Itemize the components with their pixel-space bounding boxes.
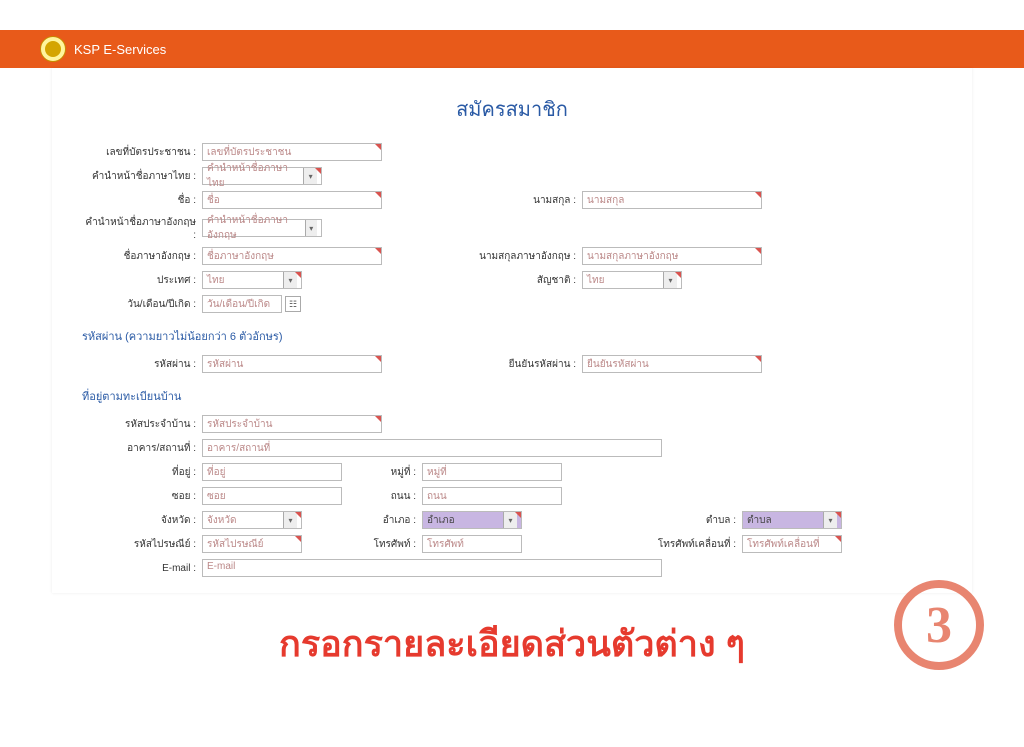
nationality-label: สัญชาติ : <box>302 273 582 288</box>
password-input[interactable]: รหัสผ่าน <box>202 355 382 373</box>
chevron-down-icon: ▾ <box>283 512 297 528</box>
country-label: ประเทศ : <box>82 273 202 288</box>
chevron-down-icon: ▾ <box>305 220 317 236</box>
surname-th-input[interactable]: นามสกุล <box>582 191 762 209</box>
road-input[interactable]: ถนน <box>422 487 562 505</box>
phone-input[interactable]: โทรศัพท์ <box>422 535 522 553</box>
password-section-title: รหัสผ่าน (ความยาวไม่น้อยกว่า 6 ตัวอักษร) <box>82 327 942 345</box>
id-card-label: เลขที่บัตรประชาชน : <box>82 145 202 160</box>
chevron-down-icon: ▾ <box>503 512 517 528</box>
password-label: รหัสผ่าน : <box>82 357 202 372</box>
country-select[interactable]: ไทย▾ <box>202 271 302 289</box>
step-number: 3 <box>926 596 952 655</box>
house-code-label: รหัสประจำบ้าน : <box>82 417 202 432</box>
confirm-password-input[interactable]: ยืนยันรหัสผ่าน <box>582 355 762 373</box>
name-th-input[interactable]: ชื่อ <box>202 191 382 209</box>
title-th-select[interactable]: คำนำหน้าชื่อภาษาไทย▾ <box>202 167 322 185</box>
address-section-title: ที่อยู่ตามทะเบียนบ้าน <box>82 387 942 405</box>
surname-en-label: นามสกุลภาษาอังกฤษ : <box>382 249 582 264</box>
nationality-select[interactable]: ไทย▾ <box>582 271 682 289</box>
province-label: จังหวัด : <box>82 513 202 528</box>
instruction-text: กรอกรายละเอียดส่วนตัวต่าง ๆ <box>0 615 1024 672</box>
id-card-input[interactable]: เลขที่บัตรประชาชน <box>202 143 382 161</box>
personal-section: เลขที่บัตรประชาชน : เลขที่บัตรประชาชน คำ… <box>82 143 942 313</box>
soi-label: ซอย : <box>82 489 202 504</box>
brand-name: KSP E-Services <box>74 42 166 57</box>
birthdate-label: วัน/เดือน/ปีเกิด : <box>82 297 202 312</box>
name-en-input[interactable]: ชื่อภาษาอังกฤษ <box>202 247 382 265</box>
mobile-label: โทรศัพท์เคลื่อนที่ : <box>522 537 742 552</box>
postcode-label: รหัสไปรษณีย์ : <box>82 537 202 552</box>
address-label: อาคาร/สถานที่ : <box>82 441 202 456</box>
app-header: KSP E-Services <box>0 30 1024 68</box>
title-en-label: คำนำหน้าชื่อภาษาอังกฤษ : <box>82 215 202 241</box>
surname-en-input[interactable]: นามสกุลภาษาอังกฤษ <box>582 247 762 265</box>
district-label: อำเภอ : <box>302 513 422 528</box>
mobile-input[interactable]: โทรศัพท์เคลื่อนที่ <box>742 535 842 553</box>
chevron-down-icon: ▾ <box>303 168 317 184</box>
subdistrict-label: ตำบล : <box>522 513 742 528</box>
district-select[interactable]: อำเภอ▾ <box>422 511 522 529</box>
subdistrict-select[interactable]: ตำบล▾ <box>742 511 842 529</box>
province-select[interactable]: จังหวัด▾ <box>202 511 302 529</box>
chevron-down-icon: ▾ <box>283 272 297 288</box>
road-label: ถนน : <box>342 489 422 504</box>
email-label: E-mail : <box>82 563 202 574</box>
title-en-select[interactable]: คำนำหน้าชื่อภาษาอังกฤษ▾ <box>202 219 322 237</box>
logo-icon <box>40 36 66 62</box>
email-input[interactable]: E-mail <box>202 559 662 577</box>
at-label: ที่อยู่ : <box>82 465 202 480</box>
chevron-down-icon: ▾ <box>663 272 677 288</box>
name-en-label: ชื่อภาษาอังกฤษ : <box>82 249 202 264</box>
surname-th-label: นามสกุล : <box>382 193 582 208</box>
soi-input[interactable]: ซอย <box>202 487 342 505</box>
postcode-input[interactable]: รหัสไปรษณีย์ <box>202 535 302 553</box>
calendar-icon[interactable]: ☷ <box>285 296 301 312</box>
moo-label: หมู่ที่ : <box>342 465 422 480</box>
registration-form: สมัครสมาชิก เลขที่บัตรประชาชน : เลขที่บั… <box>52 68 972 593</box>
page-title: สมัครสมาชิก <box>82 93 942 125</box>
step-badge: 3 <box>894 580 984 670</box>
name-th-label: ชื่อ : <box>82 193 202 208</box>
address-input[interactable]: อาคาร/สถานที่ <box>202 439 662 457</box>
moo-input[interactable]: หมู่ที่ <box>422 463 562 481</box>
birthdate-input[interactable]: วัน/เดือน/ปีเกิด <box>202 295 282 313</box>
chevron-down-icon: ▾ <box>823 512 837 528</box>
phone-label: โทรศัพท์ : <box>302 537 422 552</box>
confirm-password-label: ยืนยันรหัสผ่าน : <box>382 357 582 372</box>
at-input[interactable]: ที่อยู่ <box>202 463 342 481</box>
house-code-input[interactable]: รหัสประจำบ้าน <box>202 415 382 433</box>
title-th-label: คำนำหน้าชื่อภาษาไทย : <box>82 169 202 184</box>
